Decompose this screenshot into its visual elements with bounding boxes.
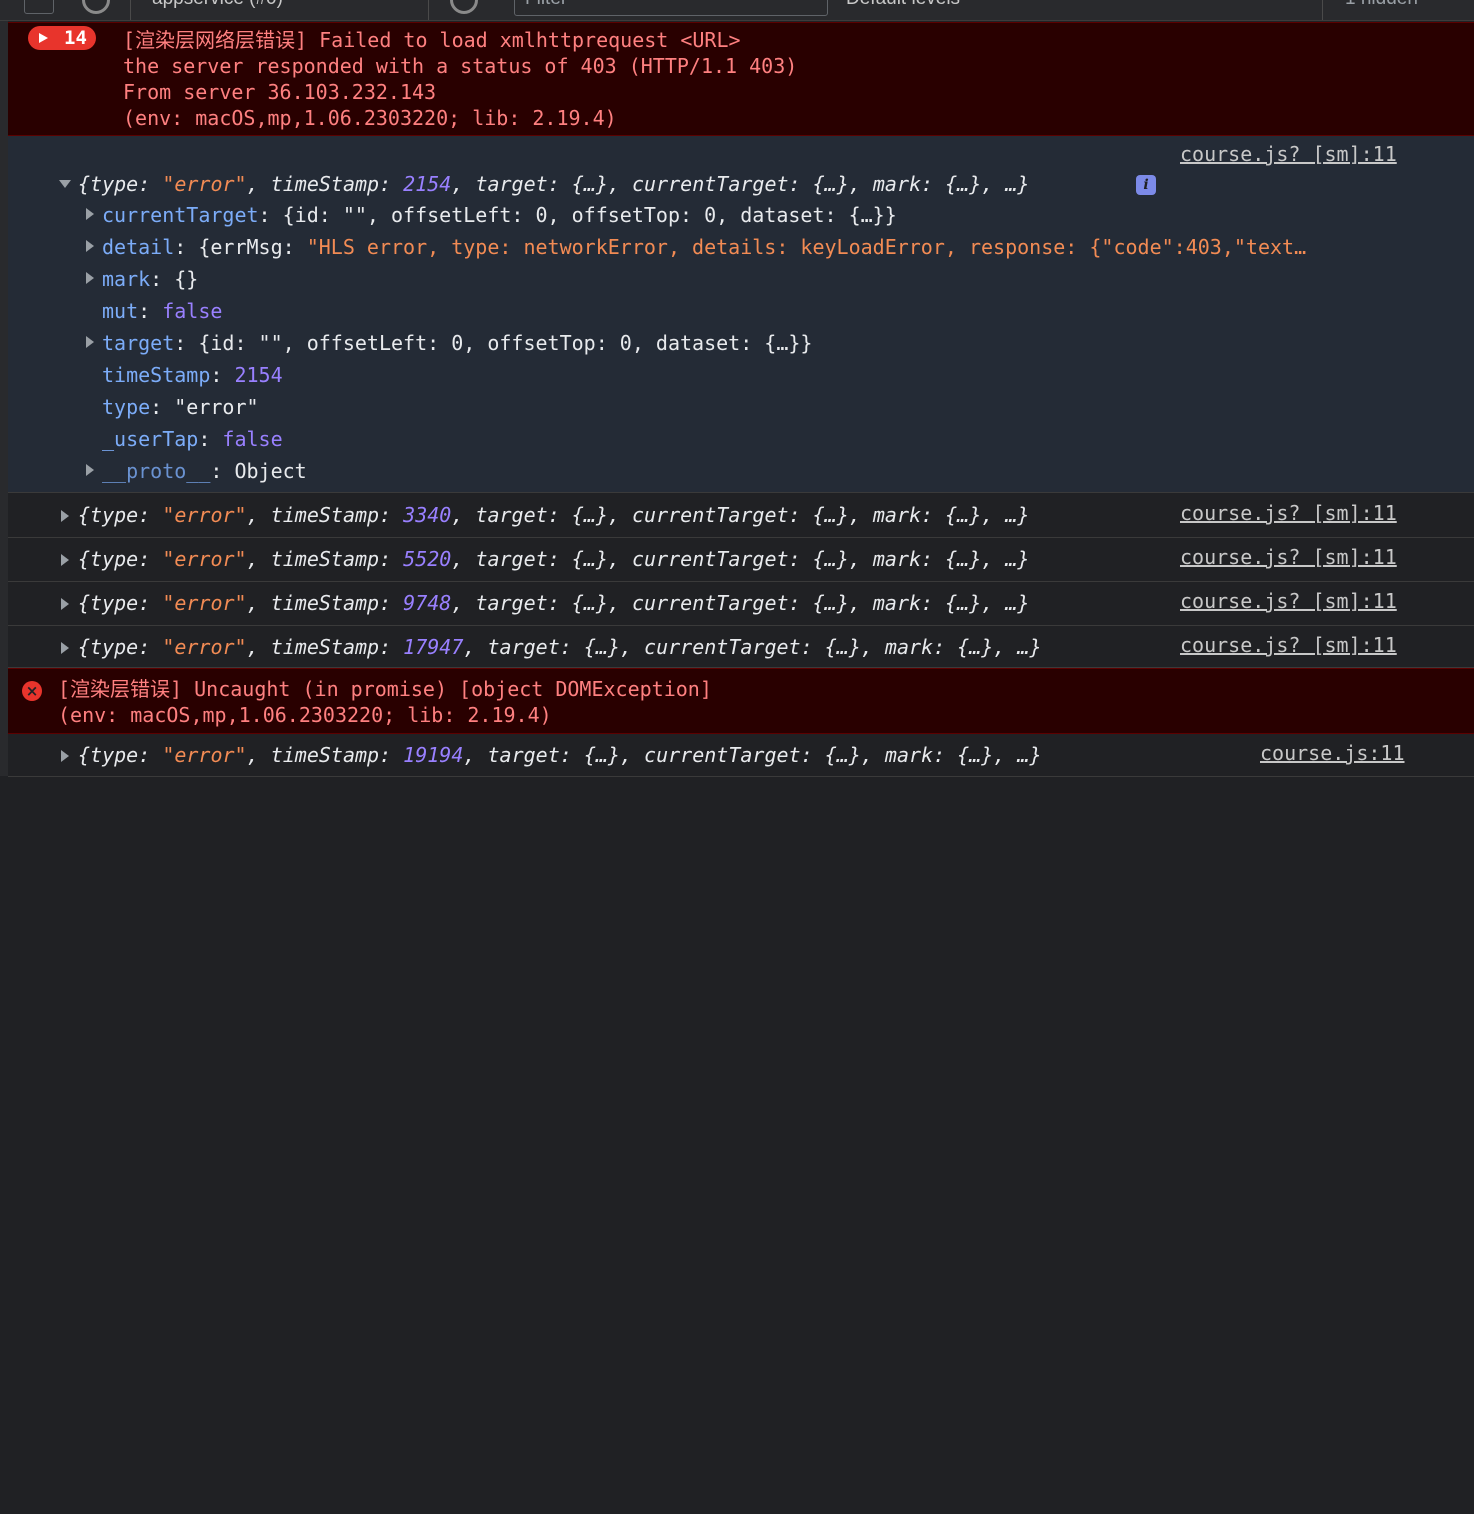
prop-target: target: {id: "", offsetLeft: 0, offsetTo… [102, 331, 813, 355]
expand-triangle-icon [39, 33, 48, 43]
source-link[interactable]: course.js? [sm]:11 [1180, 588, 1397, 614]
expand-triangle-icon[interactable] [86, 336, 94, 348]
expand-triangle-icon[interactable] [61, 642, 69, 654]
event-row[interactable]: {type: "error", timeStamp: 19194, target… [8, 734, 1474, 777]
event-summary: {type: "error", timeStamp: 3340, target:… [78, 503, 1030, 527]
event-summary: {type: "error", timeStamp: 17947, target… [78, 635, 1042, 659]
error-count: 14 [64, 27, 87, 49]
expand-triangle-icon[interactable] [86, 464, 94, 476]
info-icon[interactable]: i [1136, 175, 1156, 195]
expanded-event-message: course.js? [sm]:11 {type: "error", timeS… [8, 136, 1474, 493]
source-link[interactable]: course.js:11 [1260, 740, 1405, 766]
console-toolbar: appservice (#0) Filter Default levels 1 … [0, 0, 1474, 21]
event-summary: {type: "error", timeStamp: 2154, target:… [78, 172, 1030, 196]
error-line: the server responded with a status of 40… [123, 54, 798, 78]
source-link[interactable]: course.js? [sm]:11 [1180, 544, 1397, 570]
error-count-badge[interactable]: 14 [28, 26, 96, 50]
prop-detail: detail: {errMsg: "HLS error, type: netwo… [102, 235, 1307, 259]
sidebar-toggle-icon[interactable] [24, 0, 54, 14]
toolbar-divider [1322, 0, 1323, 20]
toolbar-divider [428, 0, 429, 20]
error-line: [渲染层网络层错误] Failed to load xmlhttprequest… [123, 28, 741, 52]
prop-proto: __proto__: Object [102, 459, 307, 483]
expand-triangle-icon[interactable] [86, 272, 94, 284]
clear-console-icon[interactable] [82, 0, 110, 14]
network-error-message[interactable]: 14 [渲染层网络层错误] Failed to load xmlhttprequ… [8, 22, 1474, 136]
error-line: [渲染层错误] Uncaught (in promise) [object DO… [58, 677, 712, 701]
toolbar-divider [130, 0, 131, 20]
expand-triangle-icon[interactable] [61, 598, 69, 610]
prop-row-proto[interactable]: __proto__: Object [8, 459, 1474, 1488]
filter-input[interactable]: Filter [514, 0, 828, 16]
context-selector[interactable]: appservice (#0) [152, 0, 283, 10]
prop-row-mark[interactable]: mark: {} [8, 267, 1474, 916]
uncaught-error-message[interactable]: × [渲染层错误] Uncaught (in promise) [object … [8, 668, 1474, 734]
event-summary: {type: "error", timeStamp: 9748, target:… [78, 591, 1030, 615]
error-line: From server 36.103.232.143 [123, 80, 437, 104]
console-gutter [0, 21, 8, 776]
event-row[interactable]: {type: "error", timeStamp: 3340, target:… [8, 494, 1474, 538]
event-row[interactable]: {type: "error", timeStamp: 5520, target:… [8, 538, 1474, 582]
event-summary: {type: "error", timeStamp: 5520, target:… [78, 547, 1030, 571]
prop-row-target[interactable]: target: {id: "", offsetLeft: 0, offsetTo… [8, 331, 1474, 1150]
prop-timeStamp: timeStamp: 2154 [102, 363, 283, 387]
prop-mark: mark: {} [102, 267, 199, 291]
prop-userTap: _userTap: false [102, 427, 283, 451]
filter-placeholder: Filter [525, 0, 567, 10]
prop-mut: mut: false [102, 299, 223, 323]
error-line: (env: macOS,mp,1.06.2303220; lib: 2.19.4… [123, 106, 617, 130]
source-link[interactable]: course.js? [sm]:11 [1180, 500, 1397, 526]
expand-triangle-icon[interactable] [86, 208, 94, 220]
expand-triangle-icon[interactable] [86, 240, 94, 252]
event-summary: {type: "error", timeStamp: 19194, target… [78, 743, 1042, 767]
expand-triangle-icon[interactable] [61, 750, 69, 762]
expand-triangle-icon[interactable] [61, 510, 69, 522]
prop-currentTarget: currentTarget: {id: "", offsetLeft: 0, o… [102, 203, 897, 227]
log-levels-dropdown[interactable]: Default levels [846, 0, 960, 10]
collapse-triangle-icon[interactable] [59, 180, 71, 188]
prop-type: type: "error" [102, 395, 259, 419]
hidden-count[interactable]: 1 hidden [1345, 0, 1418, 10]
error-line: (env: macOS,mp,1.06.2303220; lib: 2.19.4… [58, 703, 552, 727]
source-link[interactable]: course.js? [sm]:11 [1180, 632, 1397, 658]
source-link[interactable]: course.js? [sm]:11 [1180, 141, 1397, 167]
event-row[interactable]: {type: "error", timeStamp: 17947, target… [8, 626, 1474, 668]
event-row[interactable]: {type: "error", timeStamp: 9748, target:… [8, 582, 1474, 626]
error-icon: × [22, 681, 42, 701]
live-expression-icon[interactable] [450, 0, 478, 14]
expand-triangle-icon[interactable] [61, 554, 69, 566]
